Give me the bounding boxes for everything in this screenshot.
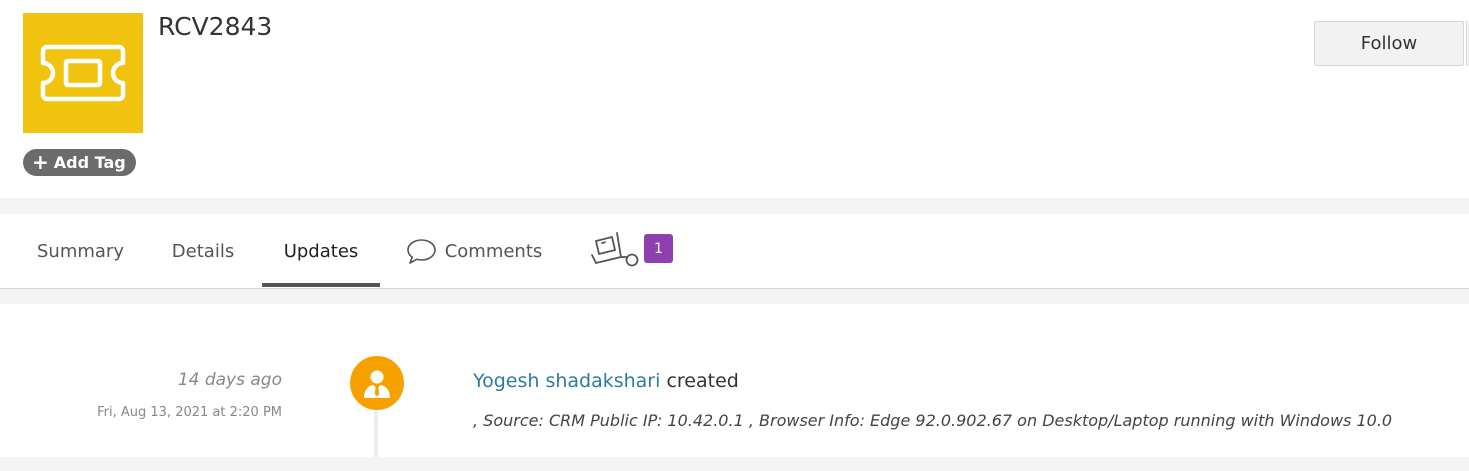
tab-summary[interactable]: Summary: [18, 214, 143, 288]
tab-summary-label: Summary: [37, 240, 124, 262]
update-time-ago: 14 days ago: [177, 370, 282, 390]
update-action: created: [666, 370, 739, 392]
timeline-line: [374, 408, 378, 457]
comment-icon: [406, 238, 437, 265]
update-timestamp: Fri, Aug 13, 2021 at 2:20 PM: [97, 405, 282, 420]
tab-updates[interactable]: Updates: [262, 214, 380, 288]
ticket-icon: [23, 13, 143, 133]
shipments-count-badge: 1: [644, 234, 673, 263]
active-tab-indicator: [262, 283, 380, 287]
user-link[interactable]: Yogesh shadakshari: [473, 370, 660, 392]
add-tag-label: Add Tag: [53, 153, 126, 172]
update-summary: Yogesh shadakshari created: [473, 370, 739, 392]
user-avatar-icon: [350, 356, 404, 410]
update-detail: , Source: CRM Public IP: 10.42.0.1 , Bro…: [473, 411, 1393, 430]
tab-details-label: Details: [171, 240, 235, 262]
tab-comments-label: Comments: [444, 240, 543, 262]
tab-comments[interactable]: Comments: [396, 214, 552, 288]
add-tag-button[interactable]: + Add Tag: [23, 149, 136, 176]
record-title: RCV2843: [158, 12, 273, 41]
record-tabs: Summary Details Updates Comments 1: [0, 214, 1469, 289]
tab-details[interactable]: Details: [155, 214, 251, 288]
tab-updates-label: Updates: [283, 240, 359, 262]
tab-shipments[interactable]: [585, 214, 643, 288]
delivery-truck-icon: [588, 231, 640, 271]
plus-icon: +: [32, 149, 49, 174]
updates-feed: 14 days ago Fri, Aug 13, 2021 at 2:20 PM…: [0, 304, 1469, 457]
follow-button[interactable]: Follow: [1314, 21, 1464, 66]
record-header: RCV2843 + Add Tag Follow: [0, 0, 1469, 198]
